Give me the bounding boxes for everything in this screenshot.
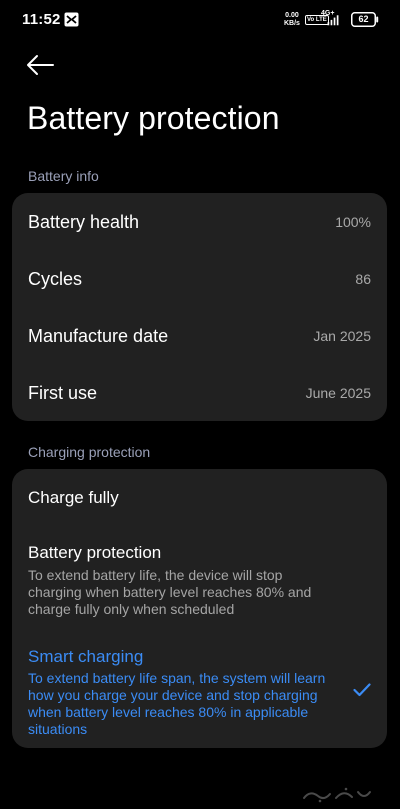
signal-icon bbox=[327, 15, 339, 26]
status-time: 11:52 bbox=[22, 11, 61, 28]
row-label: First use bbox=[28, 383, 98, 403]
row-battery-health: Battery health 100% bbox=[12, 193, 387, 250]
row-label: Manufacture date bbox=[28, 326, 169, 346]
row-value: June 2025 bbox=[305, 385, 371, 401]
option-description: To extend battery life span, the system … bbox=[28, 670, 326, 737]
row-value: 100% bbox=[335, 214, 371, 230]
option-title: Smart charging bbox=[28, 647, 144, 666]
section-title-charging-protection: Charging protection bbox=[28, 444, 151, 460]
row-manufacture-date: Manufacture date Jan 2025 bbox=[12, 307, 387, 364]
row-label: Battery health bbox=[28, 212, 140, 232]
row-cycles: Cycles 86 bbox=[12, 250, 387, 307]
row-value: Jan 2025 bbox=[313, 328, 371, 344]
option-title: Battery protection bbox=[28, 543, 162, 562]
network-speed-unit: KB/s bbox=[284, 20, 300, 27]
page-title: Battery protection bbox=[27, 100, 280, 136]
option-charge-fully[interactable]: Charge fully bbox=[12, 469, 387, 527]
network-speed: 0.00 KB/s bbox=[284, 12, 300, 28]
option-smart-charging[interactable]: Smart charging To extend battery life sp… bbox=[12, 637, 387, 742]
option-description: To extend battery life, the device will … bbox=[28, 567, 312, 617]
battery-level: 62 bbox=[358, 14, 369, 24]
checkmark-icon bbox=[353, 683, 371, 697]
watermark-logo bbox=[303, 787, 371, 803]
network-speed-value: 0.00 bbox=[285, 12, 299, 19]
app-notification-icon bbox=[64, 12, 79, 27]
option-battery-protection[interactable]: Battery protection To extend battery lif… bbox=[12, 533, 387, 623]
row-label: Cycles bbox=[28, 269, 83, 289]
row-first-use: First use June 2025 bbox=[12, 364, 387, 421]
back-arrow-icon[interactable] bbox=[24, 52, 56, 78]
row-value: 86 bbox=[355, 271, 371, 287]
battery-protection-screen: 11:52 0.00 KB/s Vo LTE 4G+ 62 Battery pr… bbox=[0, 0, 400, 809]
battery-info-card: Battery health 100% Cycles 86 Manufactur… bbox=[12, 193, 387, 421]
option-title: Charge fully bbox=[28, 488, 119, 507]
status-bar: 11:52 0.00 KB/s Vo LTE 4G+ 62 bbox=[0, 0, 400, 40]
section-title-battery-info: Battery info bbox=[28, 168, 99, 184]
charging-protection-card: Charge fully Battery protection To exten… bbox=[12, 469, 387, 748]
